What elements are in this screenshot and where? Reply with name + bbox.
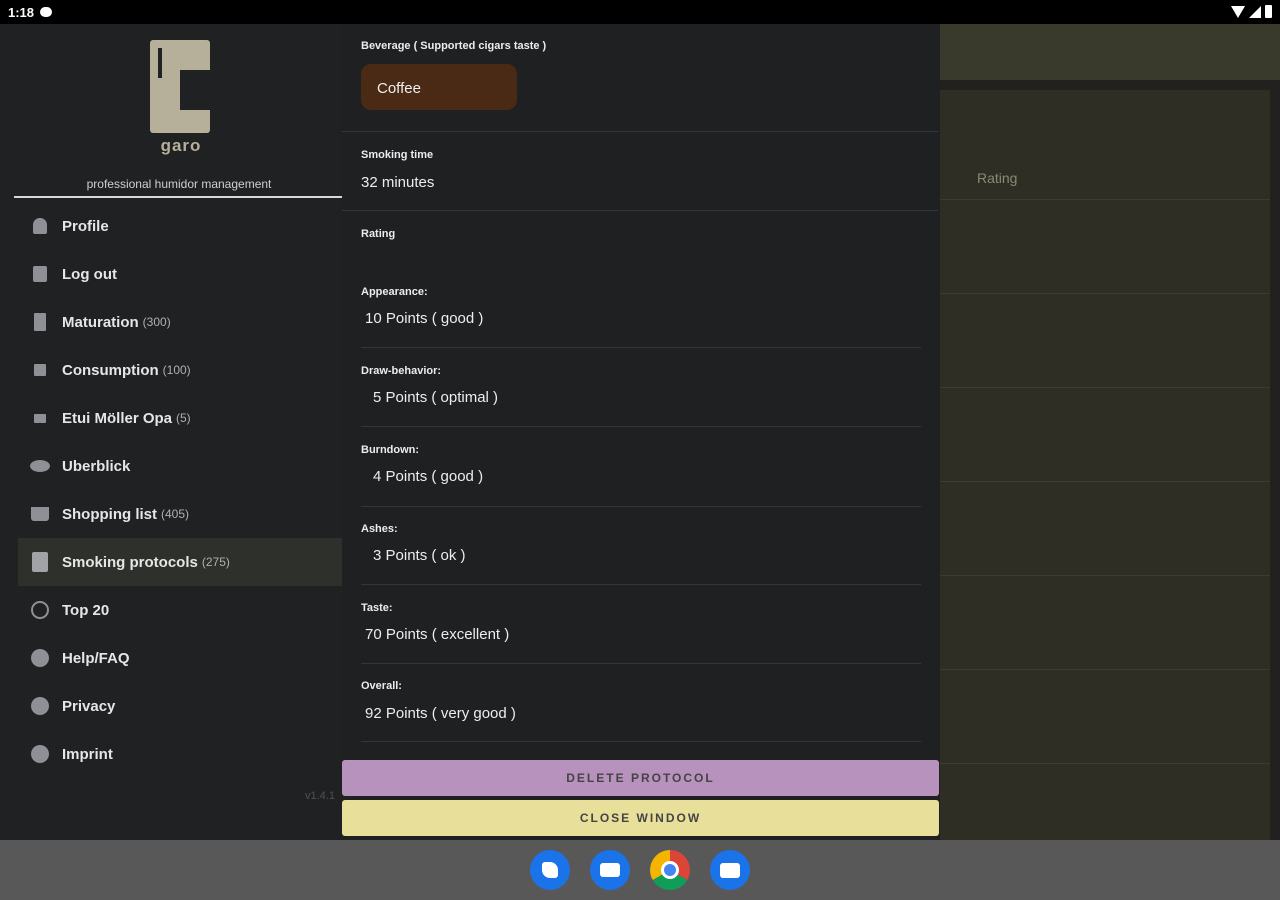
divider — [361, 741, 921, 742]
nav-item-label: Help/FAQ — [62, 649, 130, 667]
camera-app-icon[interactable] — [710, 850, 750, 890]
nav-item-label: Consumption — [62, 361, 159, 379]
background-row — [940, 670, 1270, 764]
info-icon — [30, 744, 50, 764]
nav-item-label: Uberblick — [62, 457, 131, 475]
drawer-divider — [14, 196, 342, 198]
logout-icon — [30, 264, 50, 284]
rating-overall-label: Overall: — [361, 680, 402, 692]
divider — [361, 506, 921, 507]
rating-draw-label: Draw-behavior: — [361, 365, 442, 377]
beverage-chip: Coffee — [361, 64, 517, 110]
nav-item-etui[interactable]: Etui Möller Opa (5) — [18, 394, 342, 442]
divider — [361, 426, 921, 427]
status-bar: 1:18 — [0, 0, 1280, 24]
nav-item-consumption[interactable]: Consumption (100) — [18, 346, 342, 394]
rating-label: Rating — [361, 228, 396, 240]
cart-icon — [30, 504, 50, 524]
messages-app-icon[interactable] — [590, 850, 630, 890]
signal-icon — [1249, 5, 1261, 18]
nav-item-profile[interactable]: Profile — [18, 202, 342, 250]
nav-item-label: Profile — [62, 217, 109, 235]
status-time: 1:18 — [8, 4, 35, 20]
background-row — [940, 576, 1270, 670]
nav-item-label: Etui Möller Opa — [62, 409, 173, 427]
rating-ashes-label: Ashes: — [361, 523, 398, 535]
nav-item-label: Log out — [62, 265, 117, 283]
background-row — [940, 294, 1270, 388]
background-row — [940, 482, 1270, 576]
background-row — [940, 200, 1270, 294]
battery-icon — [1265, 5, 1272, 18]
logo-text: garo — [160, 136, 202, 155]
rating-appearance-label: Appearance: — [361, 286, 428, 298]
nav-list: Profile Log out Maturation (300) Consump… — [18, 202, 342, 778]
system-dock — [0, 840, 1280, 900]
smoking-time-label: Smoking time — [361, 149, 434, 161]
app-tagline: professional humidor management — [86, 177, 272, 191]
nav-item-uberblick[interactable]: Uberblick — [18, 442, 342, 490]
rating-taste-label: Taste: — [361, 602, 393, 614]
wifi-icon — [1231, 5, 1245, 18]
rating-burndown-value: 4 Points ( good ) — [373, 468, 484, 485]
background-list-header: Rating — [940, 90, 1270, 200]
smoking-time-value: 32 minutes — [361, 174, 435, 191]
rating-draw-value: 5 Points ( optimal ) — [373, 389, 499, 406]
nav-item-smoking-protocols[interactable]: Smoking protocols (275) — [18, 538, 342, 586]
divider — [342, 210, 938, 211]
close-window-button[interactable]: CLOSE WINDOW — [342, 800, 939, 836]
protocol-detail-dialog: Beverage ( Supported cigars taste ) Coff… — [342, 24, 940, 840]
nav-item-help[interactable]: Help/FAQ — [18, 634, 342, 682]
status-icons — [1231, 5, 1272, 18]
info-icon — [30, 696, 50, 716]
nav-item-top-20[interactable]: Top 20 — [18, 586, 342, 634]
cabinet-icon — [30, 312, 50, 332]
chrome-app-icon[interactable] — [650, 850, 690, 890]
background-protocol-list: Rating — [940, 90, 1270, 840]
nav-item-count: (300) — [142, 315, 171, 329]
rating-ashes-value: 3 Points ( ok ) — [373, 547, 466, 564]
app-version: v1.4.1 — [305, 790, 335, 802]
nav-item-label: Privacy — [62, 697, 116, 715]
divider — [361, 584, 921, 585]
eye-icon — [30, 456, 50, 476]
person-icon — [30, 216, 50, 236]
help-icon — [30, 648, 50, 668]
background-app-bar — [940, 24, 1280, 80]
nav-item-count: (275) — [201, 555, 230, 569]
divider — [361, 347, 921, 348]
beverage-label: Beverage ( Supported cigars taste ) — [361, 40, 547, 52]
nav-item-count: (5) — [176, 411, 191, 425]
nav-item-privacy[interactable]: Privacy — [18, 682, 342, 730]
app-logo — [150, 40, 212, 135]
rating-overall-value: 92 Points ( very good ) — [365, 705, 516, 722]
nav-item-label: Shopping list — [62, 505, 157, 523]
background-row — [940, 388, 1270, 482]
background-rating-column: Rating — [977, 170, 1018, 186]
nav-item-imprint[interactable]: Imprint — [18, 730, 342, 778]
nav-item-shopping-list[interactable]: Shopping list (405) — [18, 490, 342, 538]
rating-taste-value: 70 Points ( excellent ) — [365, 626, 510, 643]
chat-notification-icon — [40, 7, 53, 17]
nav-item-count: (405) — [161, 507, 190, 521]
nav-item-label: Top 20 — [62, 601, 110, 619]
delete-protocol-button[interactable]: DELETE PROTOCOL — [342, 760, 939, 796]
nav-item-label: Imprint — [62, 745, 113, 763]
nav-item-maturation[interactable]: Maturation (300) — [18, 298, 342, 346]
rating-appearance-value: 10 Points ( good ) — [365, 310, 484, 327]
navigation-drawer: garo professional humidor management Pro… — [0, 24, 342, 840]
document-icon — [30, 552, 50, 572]
divider — [342, 131, 938, 132]
nav-item-logout[interactable]: Log out — [18, 250, 342, 298]
cabinet-icon — [30, 408, 50, 428]
nav-item-count: (100) — [162, 363, 191, 377]
divider — [361, 663, 921, 664]
top-icon — [30, 600, 50, 620]
nav-item-label: Maturation — [62, 313, 139, 331]
phone-app-icon[interactable] — [530, 850, 570, 890]
rating-burndown-label: Burndown: — [361, 444, 420, 456]
nav-item-label: Smoking protocols — [62, 553, 198, 571]
cabinet-icon — [30, 360, 50, 380]
